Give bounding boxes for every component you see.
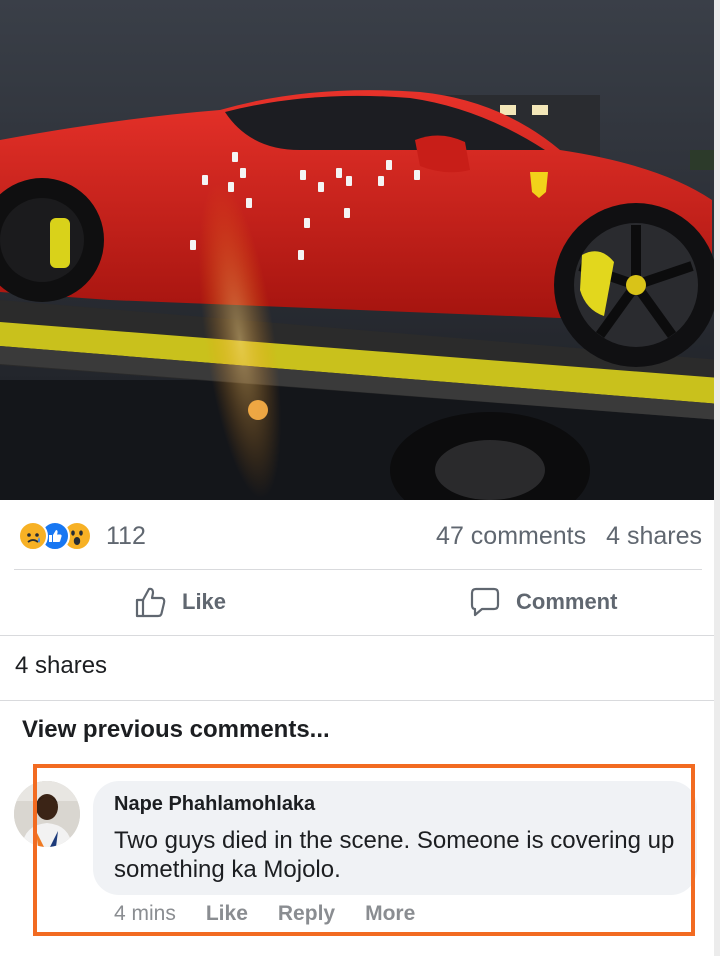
reactions-summary[interactable]: 112: [18, 518, 146, 554]
comments-count-link[interactable]: 47 comments: [436, 522, 586, 551]
red-sports-car-image: [0, 0, 720, 500]
view-previous-comments-link[interactable]: View previous comments...: [22, 716, 330, 744]
highlight-box: [33, 764, 695, 936]
like-button[interactable]: Like: [134, 582, 226, 622]
post-photo[interactable]: [0, 0, 720, 500]
divider: [0, 635, 714, 636]
comment-button[interactable]: Comment: [468, 582, 617, 622]
sad-reaction-icon: [18, 521, 48, 551]
comment-button-label: Comment: [516, 589, 618, 614]
thumbs-up-icon: [135, 587, 166, 618]
like-button-label: Like: [182, 589, 227, 614]
shares-text[interactable]: 4 shares: [15, 652, 107, 680]
comment-bubble-icon: [470, 587, 500, 617]
shares-count-link[interactable]: 4 shares: [606, 522, 702, 551]
divider: [14, 569, 702, 570]
divider: [0, 700, 714, 701]
page-scrollbar[interactable]: [714, 0, 720, 956]
post-counts: 47 comments 4 shares: [436, 518, 702, 554]
reaction-count: 112: [106, 521, 146, 550]
